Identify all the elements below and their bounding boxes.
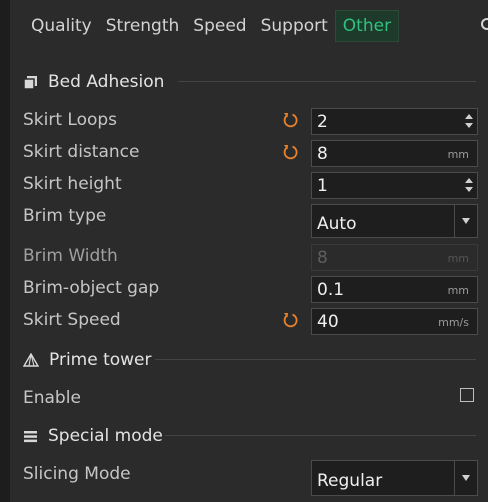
reset-icon[interactable] xyxy=(282,112,298,128)
chevron-down-icon[interactable] xyxy=(454,205,477,237)
tab-speed[interactable]: Speed xyxy=(186,10,253,42)
brim-object-gap-field[interactable]: 0.1 mm xyxy=(311,276,478,303)
brim-width-field: 8 mm xyxy=(311,244,478,271)
brim-width-value: 8 xyxy=(317,248,328,268)
section-title: Bed Adhesion xyxy=(48,72,165,92)
spin-arrows-icon[interactable] xyxy=(465,114,473,128)
unit-label: mm xyxy=(447,148,469,161)
section-bed-adhesion: Bed Adhesion xyxy=(23,70,164,94)
unit-label: mm xyxy=(447,284,469,297)
tab-other[interactable]: Other xyxy=(334,10,400,42)
brim-object-gap-value: 0.1 xyxy=(317,280,345,300)
skirt-speed-label: Skirt Speed xyxy=(23,310,121,330)
skirt-loops-label: Skirt Loops xyxy=(23,110,118,130)
skirt-height-stepper[interactable]: 1 xyxy=(311,172,478,199)
unit-label: mm/s xyxy=(438,316,469,329)
enable-label: Enable xyxy=(23,388,81,408)
skirt-height-label: Skirt height xyxy=(23,174,122,194)
unit-label: mm xyxy=(447,252,469,265)
section-divider xyxy=(165,435,476,436)
special-mode-icon xyxy=(24,430,37,442)
spin-arrows-icon[interactable] xyxy=(465,178,473,192)
reset-icon[interactable] xyxy=(282,312,298,328)
section-special-mode: Special mode xyxy=(23,424,163,448)
section-divider xyxy=(178,81,476,82)
brim-type-value: Auto xyxy=(317,214,357,234)
search-icon[interactable] xyxy=(481,18,488,30)
section-title: Prime tower xyxy=(49,350,152,370)
section-prime-tower: Prime tower xyxy=(23,348,152,372)
reset-icon[interactable] xyxy=(282,144,298,160)
skirt-height-value: 1 xyxy=(317,176,328,196)
tab-bar: Quality Strength Speed Support Other xyxy=(24,10,400,43)
tab-support[interactable]: Support xyxy=(254,10,335,42)
skirt-distance-label: Skirt distance xyxy=(23,142,140,162)
bed-adhesion-icon xyxy=(23,75,37,90)
skirt-loops-stepper[interactable]: 2 xyxy=(311,108,478,135)
skirt-distance-value: 8 xyxy=(317,144,328,164)
brim-type-select[interactable]: Auto xyxy=(311,204,478,238)
slicing-mode-select[interactable]: Regular xyxy=(311,460,478,496)
prime-tower-icon xyxy=(23,352,39,367)
skirt-distance-field[interactable]: 8 mm xyxy=(311,140,478,167)
section-title: Special mode xyxy=(48,426,163,446)
slicing-mode-value: Regular xyxy=(317,471,383,491)
skirt-loops-value: 2 xyxy=(317,112,328,132)
skirt-speed-value: 40 xyxy=(317,312,339,332)
chevron-down-icon[interactable] xyxy=(454,461,477,495)
tab-strength[interactable]: Strength xyxy=(99,10,187,42)
brim-type-label: Brim type xyxy=(23,206,107,226)
brim-object-gap-label: Brim-object gap xyxy=(23,278,160,298)
section-divider xyxy=(155,359,476,360)
skirt-speed-field[interactable]: 40 mm/s xyxy=(311,308,478,335)
enable-checkbox[interactable] xyxy=(460,388,474,402)
tab-quality[interactable]: Quality xyxy=(24,10,99,42)
slicing-mode-label: Slicing Mode xyxy=(23,464,131,484)
left-edge xyxy=(0,0,10,502)
brim-width-label: Brim Width xyxy=(23,246,118,266)
